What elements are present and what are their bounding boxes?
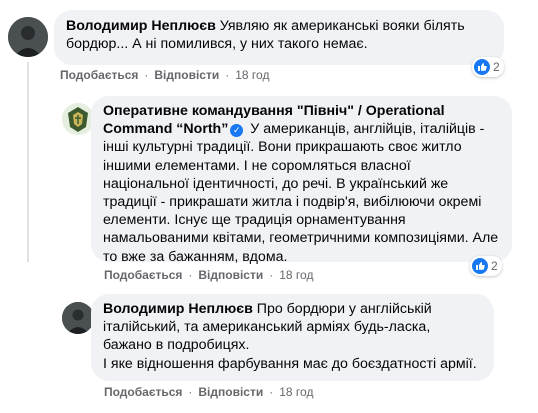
- separator: ·: [188, 385, 193, 399]
- separator: ·: [188, 268, 193, 282]
- avatar[interactable]: [62, 103, 94, 135]
- like-button[interactable]: Подобається: [104, 268, 182, 282]
- reply-thread-line: [27, 62, 29, 262]
- comment-author[interactable]: Володимир Неплюєв: [103, 301, 253, 317]
- military-emblem-icon: [62, 103, 94, 135]
- comment-actions: Подобається · Відповісти · 18 год: [60, 68, 269, 82]
- comment-actions: Подобається · Відповісти · 18 год: [104, 268, 313, 282]
- avatar[interactable]: [8, 17, 48, 57]
- separator: ·: [144, 68, 149, 82]
- like-icon: [474, 59, 490, 75]
- reaction-count[interactable]: 2: [470, 256, 502, 276]
- separator: ·: [269, 268, 274, 282]
- timestamp[interactable]: 18 год: [279, 268, 313, 282]
- comment-author[interactable]: Володимир Неплюєв: [66, 18, 216, 34]
- reaction-number: 2: [493, 60, 500, 74]
- like-button[interactable]: Подобається: [60, 68, 138, 82]
- timestamp[interactable]: 18 год: [279, 385, 313, 399]
- user-photo-icon: [8, 17, 48, 57]
- reaction-number: 2: [491, 259, 498, 273]
- comment-text: І яке відношення фарбування має до боєзд…: [103, 355, 477, 372]
- comment-bubble: Володимир Неплюєв Уявляю як американські…: [54, 10, 504, 65]
- comment-actions: Подобається · Відповісти · 18 год: [104, 385, 313, 399]
- reply-button[interactable]: Відповісти: [154, 68, 219, 82]
- like-button[interactable]: Подобається: [104, 385, 182, 399]
- separator: ·: [225, 68, 230, 82]
- reply-button[interactable]: Відповісти: [198, 268, 263, 282]
- comment-bubble: Оперативне командування "Північ" / Opera…: [91, 96, 512, 265]
- reaction-count[interactable]: 2: [472, 57, 504, 77]
- separator: ·: [269, 385, 274, 399]
- timestamp[interactable]: 18 год: [235, 68, 269, 82]
- comment-bubble: Володимир Неплюєв Про бордюри у англійсь…: [91, 294, 494, 381]
- verified-badge-icon: ✓: [230, 124, 244, 138]
- reply-button[interactable]: Відповісти: [198, 385, 263, 399]
- avatar[interactable]: [62, 302, 94, 334]
- comment-text: У американців, англійців, італійців - ін…: [103, 121, 499, 265]
- user-photo-icon: [62, 302, 94, 334]
- like-icon: [472, 258, 488, 274]
